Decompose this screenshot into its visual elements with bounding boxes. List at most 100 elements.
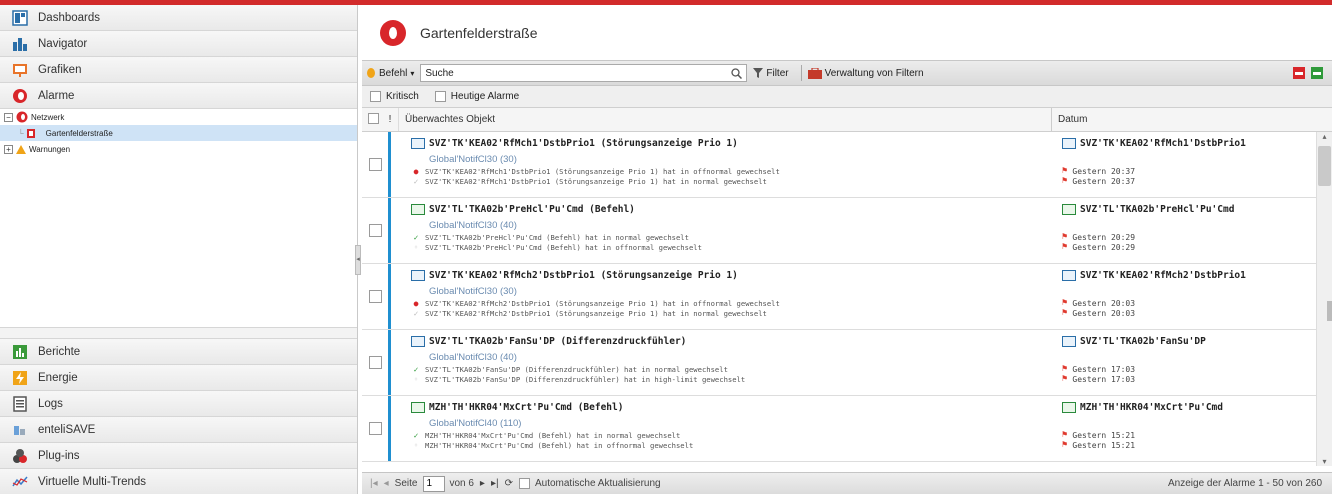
- nav-logs[interactable]: Logs: [0, 390, 357, 416]
- nav-virtuelle-multi-trends[interactable]: Virtuelle Multi-Trends: [0, 468, 357, 494]
- refresh-icon[interactable]: ⟳: [505, 478, 513, 489]
- table-row[interactable]: SVZ'TK'KEA02'RfMch2'DstbPrio1 (Störungsa…: [362, 264, 1332, 330]
- date-object-text: SVZ'TL'TKA02b'PreHcl'Pu'Cmd: [1080, 204, 1235, 215]
- nav-dashboards[interactable]: Dashboards: [0, 5, 357, 31]
- nav-alarme[interactable]: Alarme: [0, 83, 357, 109]
- navigator-icon: [12, 36, 28, 52]
- object-title[interactable]: SVZ'TL'TKA02b'FanSu'DP (Differenzdruckfü…: [411, 335, 1056, 348]
- nav-entelisave[interactable]: enteliSAVE: [0, 416, 357, 442]
- page-number-input[interactable]: [423, 475, 446, 492]
- object-title[interactable]: MZH'TH'HKR04'MxCrt'Pu'Cmd (Befehl): [411, 401, 1056, 414]
- scroll-thumb[interactable]: [1318, 146, 1331, 186]
- event-text: SVZ'TK'KEA02'RfMch2'DstbPrio1 (Störungsa…: [425, 308, 767, 318]
- tree-node-warnungen[interactable]: + Warnungen: [0, 141, 357, 157]
- table-row[interactable]: SVZ'TK'KEA02'RfMch1'DstbPrio1 (Störungsa…: [362, 132, 1332, 198]
- scroll-down-icon[interactable]: ▾: [1317, 457, 1332, 466]
- flag-icon: ⚑: [1062, 374, 1068, 384]
- nav-label: enteliSAVE: [38, 423, 96, 436]
- event-status-icon: ✓: [413, 364, 419, 374]
- event-status-icon: ✓: [413, 176, 419, 186]
- date-object[interactable]: SVZ'TK'KEA02'RfMch1'DstbPrio1: [1062, 137, 1332, 150]
- event-line: ✓ SVZ'TK'KEA02'RfMch1'DstbPrio1 (Störung…: [411, 176, 1056, 186]
- col-label: Überwachtes Objekt: [405, 114, 496, 125]
- object-title[interactable]: SVZ'TL'TKA02b'PreHcl'Pu'Cmd (Befehl): [411, 203, 1056, 216]
- row-checkbox[interactable]: [368, 224, 382, 237]
- nav-grafiken[interactable]: Grafiken: [0, 57, 357, 83]
- event-status-icon: ◦: [413, 242, 419, 252]
- col-monitored-object[interactable]: Überwachtes Objekt: [398, 108, 1051, 131]
- collapse-toggle[interactable]: −: [4, 112, 13, 122]
- expand-toggle[interactable]: +: [4, 144, 13, 154]
- filter-label: Filter: [766, 67, 789, 79]
- right-panel-handle[interactable]: [1327, 301, 1332, 321]
- event-text: MZH'TH'HKR04'MxCrt'Pu'Cmd (Befehl) hat i…: [425, 440, 694, 450]
- nav-label: Grafiken: [38, 63, 82, 76]
- tree-node-netzwerk[interactable]: − Netzwerk: [0, 109, 357, 125]
- sidebar-collapse-handle[interactable]: ◂: [355, 245, 361, 275]
- last-page-icon[interactable]: ▸|: [491, 478, 499, 489]
- row-state-bar: [388, 264, 391, 329]
- timestamp: ⚑ Gestern 20:37: [1062, 166, 1332, 176]
- row-state-bar: [388, 396, 391, 461]
- nav-navigator[interactable]: Navigator: [0, 31, 357, 57]
- search-input[interactable]: Suche: [420, 64, 748, 82]
- point-icon: [1062, 204, 1076, 215]
- scroll-up-icon[interactable]: ▴: [1317, 132, 1332, 141]
- manage-filters-button[interactable]: Verwaltung von Filtern: [807, 67, 924, 79]
- table-row[interactable]: MZH'TH'HKR04'MxCrt'Pu'Cmd (Befehl) Globa…: [362, 396, 1332, 462]
- table-row[interactable]: SVZ'TL'TKA02b'PreHcl'Pu'Cmd (Befehl) Glo…: [362, 198, 1332, 264]
- event-text: SVZ'TL'TKA02b'FanSu'DP (Differenzdruckfü…: [425, 364, 728, 374]
- table-row[interactable]: SVZ'TL'TKA02b'FanSu'DP (Differenzdruckfü…: [362, 330, 1332, 396]
- pdf-export-icon[interactable]: [1292, 66, 1306, 80]
- row-state-bar: [388, 198, 391, 263]
- prev-page-icon[interactable]: ◂: [384, 478, 389, 489]
- csv-export-icon[interactable]: [1310, 66, 1324, 80]
- nav-energie[interactable]: Energie: [0, 364, 357, 390]
- filter-button[interactable]: Filter: [753, 67, 789, 79]
- filter-icon: [753, 68, 764, 78]
- row-state-bar: [388, 132, 391, 197]
- row-checkbox[interactable]: [368, 158, 382, 171]
- nav-label: Berichte: [38, 345, 81, 358]
- nav-label: Alarme: [38, 89, 75, 102]
- alarm-icon: [12, 88, 28, 104]
- date-object[interactable]: SVZ'TL'TKA02b'PreHcl'Pu'Cmd: [1062, 203, 1332, 216]
- object-title-text: MZH'TH'HKR04'MxCrt'Pu'Cmd (Befehl): [429, 402, 624, 413]
- today-alarms-checkbox[interactable]: [434, 91, 446, 102]
- object-title[interactable]: SVZ'TK'KEA02'RfMch1'DstbPrio1 (Störungsa…: [411, 137, 1056, 150]
- first-page-icon[interactable]: |◂: [370, 478, 378, 489]
- date-object[interactable]: SVZ'TL'TKA02b'FanSu'DP: [1062, 335, 1332, 348]
- select-all-checkbox[interactable]: [368, 112, 379, 124]
- flag-icon: ⚑: [1062, 166, 1068, 176]
- event-text: SVZ'TL'TKA02b'PreHcl'Pu'Cmd (Befehl) hat…: [425, 232, 689, 242]
- flag-icon: ⚑: [1062, 242, 1068, 252]
- tree-node-gartenfelderstrasse[interactable]: └ Gartenfelderstraße: [0, 125, 357, 141]
- vertical-scrollbar[interactable]: ▴ ▾: [1316, 132, 1332, 466]
- timestamp: ⚑ Gestern 20:29: [1062, 232, 1332, 242]
- object-title[interactable]: SVZ'TK'KEA02'RfMch2'DstbPrio1 (Störungsa…: [411, 269, 1056, 282]
- command-menu-button[interactable]: Befehl ▾: [366, 67, 414, 79]
- event-status-icon: ●: [413, 298, 419, 308]
- date-object[interactable]: MZH'TH'HKR04'MxCrt'Pu'Cmd: [1062, 401, 1332, 414]
- timestamp-text: Gestern 17:03: [1072, 374, 1136, 384]
- nav-plugins[interactable]: Plug-ins: [0, 442, 357, 468]
- timestamp-text: Gestern 20:37: [1072, 176, 1136, 186]
- row-checkbox[interactable]: [368, 422, 382, 435]
- search-icon[interactable]: [731, 67, 743, 79]
- next-page-icon[interactable]: ▸: [480, 478, 485, 489]
- row-checkbox[interactable]: [368, 290, 382, 303]
- graphics-icon: [12, 62, 28, 78]
- critical-checkbox[interactable]: [370, 91, 381, 102]
- nav-berichte[interactable]: Berichte: [0, 338, 357, 364]
- event-line: ● SVZ'TK'KEA02'RfMch1'DstbPrio1 (Störung…: [411, 166, 1056, 176]
- row-checkbox[interactable]: [368, 356, 382, 369]
- command-label: Befehl: [379, 67, 408, 79]
- point-icon: [411, 336, 425, 347]
- date-object[interactable]: SVZ'TK'KEA02'RfMch2'DstbPrio1: [1062, 269, 1332, 282]
- auto-refresh-checkbox[interactable]: [518, 478, 530, 489]
- object-cell: SVZ'TK'KEA02'RfMch2'DstbPrio1 (Störungsa…: [411, 264, 1056, 329]
- col-priority[interactable]: !: [382, 114, 398, 125]
- row-select-cell: [362, 198, 388, 263]
- col-date[interactable]: Datum: [1051, 108, 1332, 131]
- sidebar-bottom-nav: Berichte Energie Logs enteliSAVE Plug-in…: [0, 338, 357, 494]
